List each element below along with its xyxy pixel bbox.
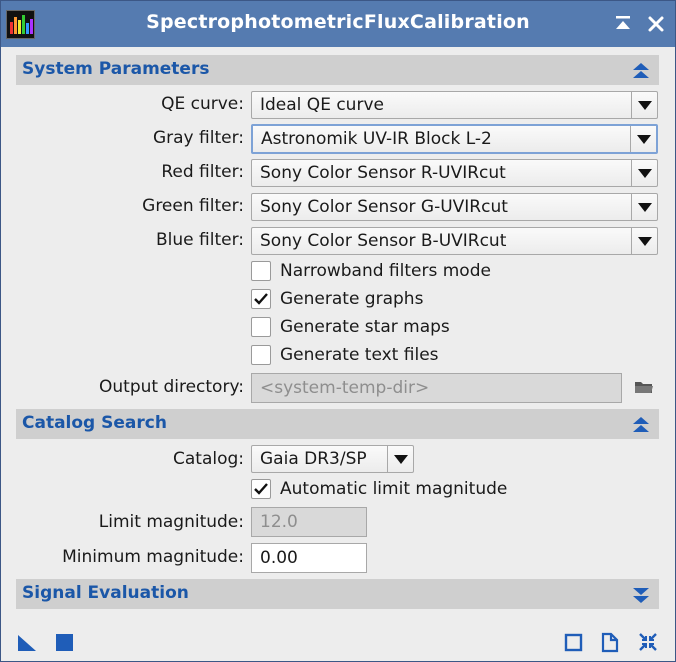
limit-magnitude-label: Limit magnitude: <box>98 512 244 532</box>
auto-limit-magnitude-label: Automatic limit magnitude <box>280 479 508 499</box>
output-directory-input[interactable] <box>252 374 621 402</box>
collapse-icon[interactable] <box>631 415 651 435</box>
red-filter-value: Sony Color Sensor R-UVIRcut <box>260 163 506 183</box>
gray-filter-value: Astronomik UV-IR Block L-2 <box>261 129 492 149</box>
section-system-parameters[interactable]: System Parameters <box>16 55 659 85</box>
red-filter-select[interactable]: Sony Color Sensor R-UVIRcut <box>251 159 658 187</box>
green-filter-select[interactable]: Sony Color Sensor G-UVIRcut <box>251 193 658 221</box>
green-filter-label: Green filter: <box>142 196 244 216</box>
blue-filter-select[interactable]: Sony Color Sensor B-UVIRcut <box>251 227 658 255</box>
qe-curve-label: QE curve: <box>161 94 244 114</box>
blue-filter-label: Blue filter: <box>156 230 244 250</box>
section-label: Signal Evaluation <box>22 583 189 603</box>
collapse-icon[interactable] <box>631 61 651 81</box>
chevron-down-icon[interactable] <box>631 228 657 254</box>
dialog-window: SpectrophotometricFluxCalibration System… <box>0 0 676 662</box>
close-icon[interactable] <box>646 14 666 34</box>
limit-magnitude-input[interactable] <box>252 508 366 536</box>
chevron-down-icon[interactable] <box>630 126 656 152</box>
chevron-down-icon[interactable] <box>387 446 413 472</box>
blue-filter-value: Sony Color Sensor B-UVIRcut <box>260 231 507 251</box>
minimum-magnitude-input[interactable] <box>252 544 366 572</box>
documentation-icon[interactable] <box>599 631 621 653</box>
output-directory-label: Output directory: <box>99 377 244 397</box>
output-directory-field[interactable] <box>251 373 622 403</box>
reset-icon[interactable] <box>637 631 659 653</box>
generate-star-maps-checkbox[interactable] <box>251 317 271 337</box>
catalog-label: Catalog: <box>172 449 244 469</box>
window-title: SpectrophotometricFluxCalibration <box>146 11 530 33</box>
qe-curve-value: Ideal QE curve <box>260 95 384 115</box>
green-filter-value: Sony Color Sensor G-UVIRcut <box>260 197 508 217</box>
expand-icon[interactable] <box>631 585 651 605</box>
section-label: System Parameters <box>22 59 210 79</box>
minimum-magnitude-label: Minimum magnitude: <box>62 547 244 567</box>
section-signal-evaluation[interactable]: Signal Evaluation <box>16 579 659 609</box>
limit-magnitude-field[interactable] <box>251 507 367 537</box>
narrowband-checkbox[interactable] <box>251 261 271 281</box>
checkmark-icon <box>254 483 268 495</box>
catalog-select[interactable]: Gaia DR3/SP <box>251 445 414 473</box>
generate-text-files-checkbox[interactable] <box>251 345 271 365</box>
chevron-down-icon[interactable] <box>631 194 657 220</box>
gray-filter-label: Gray filter: <box>152 128 244 148</box>
checkmark-icon <box>254 293 268 305</box>
generate-graphs-label: Generate graphs <box>280 289 424 309</box>
gray-filter-select[interactable]: Astronomik UV-IR Block L-2 <box>251 124 658 154</box>
section-label: Catalog Search <box>22 413 167 433</box>
new-instance-icon[interactable] <box>16 631 38 653</box>
section-catalog-search[interactable]: Catalog Search <box>16 409 659 439</box>
chevron-down-icon[interactable] <box>631 92 657 118</box>
qe-curve-select[interactable]: Ideal QE curve <box>251 91 658 119</box>
red-filter-label: Red filter: <box>161 162 244 182</box>
generate-graphs-checkbox[interactable] <box>251 289 271 309</box>
bottom-toolbar <box>1 623 675 661</box>
chevron-down-icon[interactable] <box>631 160 657 186</box>
folder-icon[interactable] <box>633 377 655 397</box>
title-bar[interactable]: SpectrophotometricFluxCalibration <box>1 1 675 47</box>
shade-icon[interactable] <box>613 14 633 34</box>
narrowband-label: Narrowband filters mode <box>280 261 491 281</box>
generate-text-files-label: Generate text files <box>280 345 439 365</box>
minimum-magnitude-field[interactable] <box>251 543 367 573</box>
preview-icon[interactable] <box>563 631 585 653</box>
catalog-value: Gaia DR3/SP <box>260 449 367 469</box>
auto-limit-magnitude-checkbox[interactable] <box>251 479 271 499</box>
apply-global-icon[interactable] <box>54 631 76 653</box>
generate-star-maps-label: Generate star maps <box>280 317 450 337</box>
